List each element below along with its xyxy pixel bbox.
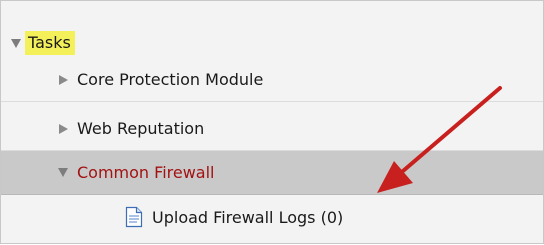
expand-arrow-right-icon[interactable] (59, 74, 68, 85)
expand-arrow-down-icon[interactable] (11, 38, 21, 48)
tree-item-label: Upload Firewall Logs (0) (152, 207, 344, 227)
tree-item-core-protection-module[interactable]: Core Protection Module (1, 58, 543, 102)
tree-item-upload-firewall-logs[interactable]: Upload Firewall Logs (0) (1, 195, 543, 239)
document-icon (125, 206, 143, 228)
tree-item-label: Core Protection Module (77, 70, 264, 89)
task-tree-panel: Tasks Core Protection Module Web Reputat… (0, 0, 544, 244)
tree-item-web-reputation[interactable]: Web Reputation (1, 107, 543, 151)
tree-item-label: Common Firewall (77, 163, 215, 182)
tree-root-label: Tasks (25, 31, 75, 55)
tree-item-common-firewall[interactable]: Common Firewall (1, 151, 543, 195)
tree-item-label: Web Reputation (77, 119, 205, 138)
expand-arrow-down-icon[interactable] (58, 168, 68, 177)
expand-arrow-right-icon[interactable] (59, 123, 68, 134)
